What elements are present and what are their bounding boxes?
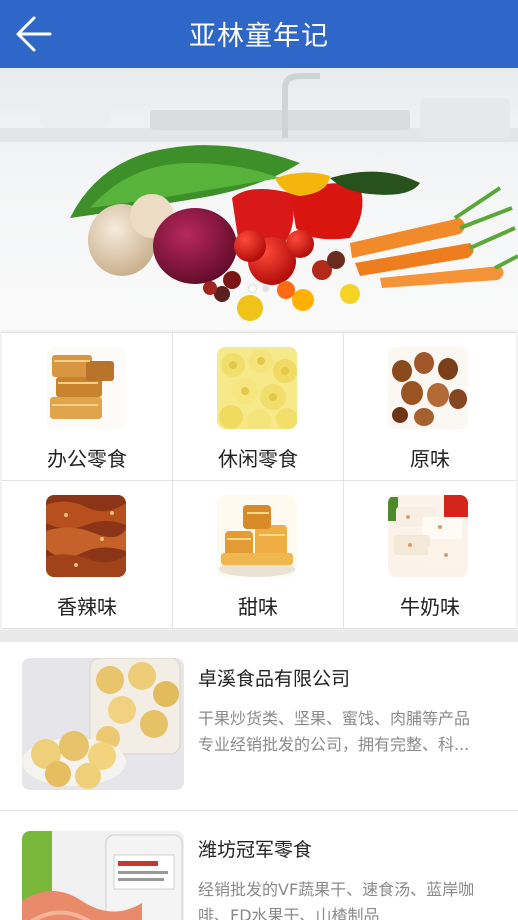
sweet-flavor-thumb <box>217 495 297 577</box>
category-label: 牛奶味 <box>400 595 460 619</box>
category-sweet-flavor[interactable]: 甜味 <box>173 481 344 629</box>
category-label: 休闲零食 <box>218 447 298 471</box>
store-name: 潍坊冠军零食 <box>198 839 313 861</box>
store-description-line: 干果炒货类、坚果、蜜饯、肉脯等产品 <box>198 709 471 728</box>
original-flavor-thumb <box>388 347 468 429</box>
category-label: 香辣味 <box>57 595 117 619</box>
category-milk-flavor[interactable]: 牛奶味 <box>344 481 516 629</box>
category-grid: 办公零食 休闲零食 原味 香辣味 甜味 牛奶味 <box>2 332 516 629</box>
store-description: 经销批发的VF蔬果干、速食汤、蓝岸咖 啡、FD水果干、山楂制品 <box>198 877 498 920</box>
category-label: 原味 <box>410 447 450 471</box>
office-snacks-thumb <box>46 347 126 429</box>
store-name: 卓溪食品有限公司 <box>198 668 351 690</box>
category-office-snacks[interactable]: 办公零食 <box>2 333 173 481</box>
list-item[interactable]: 卓溪食品有限公司 干果炒货类、坚果、蜜饯、肉脯等产品 专业经销批发的公司，拥有完… <box>0 642 518 810</box>
app-screen: 亚林童年记 办公零食 休闲零食 原味 香辣味 甜味 牛奶味 卓溪食品有限公司 干… <box>0 0 518 920</box>
list-item[interactable]: 潍坊冠军零食 经销批发的VF蔬果干、速食汤、蓝岸咖 啡、FD水果干、山楂制品 <box>0 811 518 920</box>
category-label: 甜味 <box>238 595 278 619</box>
section-divider <box>0 630 518 642</box>
top-bar: 亚林童年记 <box>0 0 518 68</box>
leisure-snacks-thumb <box>217 347 297 429</box>
store-description-line: 啡、FD水果干、山楂制品 <box>198 906 380 920</box>
vegetable-chips-image <box>22 831 184 920</box>
banana-chips-image <box>22 658 184 790</box>
carousel-indicator <box>0 277 518 296</box>
carousel-dot-1[interactable] <box>249 285 256 292</box>
spicy-flavor-thumb <box>46 495 126 577</box>
store-description: 干果炒货类、坚果、蜜饯、肉脯等产品 专业经销批发的公司，拥有完整、科... <box>198 706 498 758</box>
category-leisure-snacks[interactable]: 休闲零食 <box>173 333 344 481</box>
milk-flavor-thumb <box>388 495 468 577</box>
category-label: 办公零食 <box>47 447 127 471</box>
banner-carousel[interactable] <box>0 68 518 330</box>
carousel-dot-2[interactable] <box>262 285 269 292</box>
category-spicy-flavor[interactable]: 香辣味 <box>2 481 173 629</box>
store-description-line: 专业经销批发的公司，拥有完整、科... <box>198 735 470 754</box>
category-original-flavor[interactable]: 原味 <box>344 333 516 481</box>
store-list: 卓溪食品有限公司 干果炒货类、坚果、蜜饯、肉脯等产品 专业经销批发的公司，拥有完… <box>0 642 518 920</box>
page-title: 亚林童年记 <box>189 21 329 52</box>
store-description-line: 经销批发的VF蔬果干、速食汤、蓝岸咖 <box>198 880 475 899</box>
